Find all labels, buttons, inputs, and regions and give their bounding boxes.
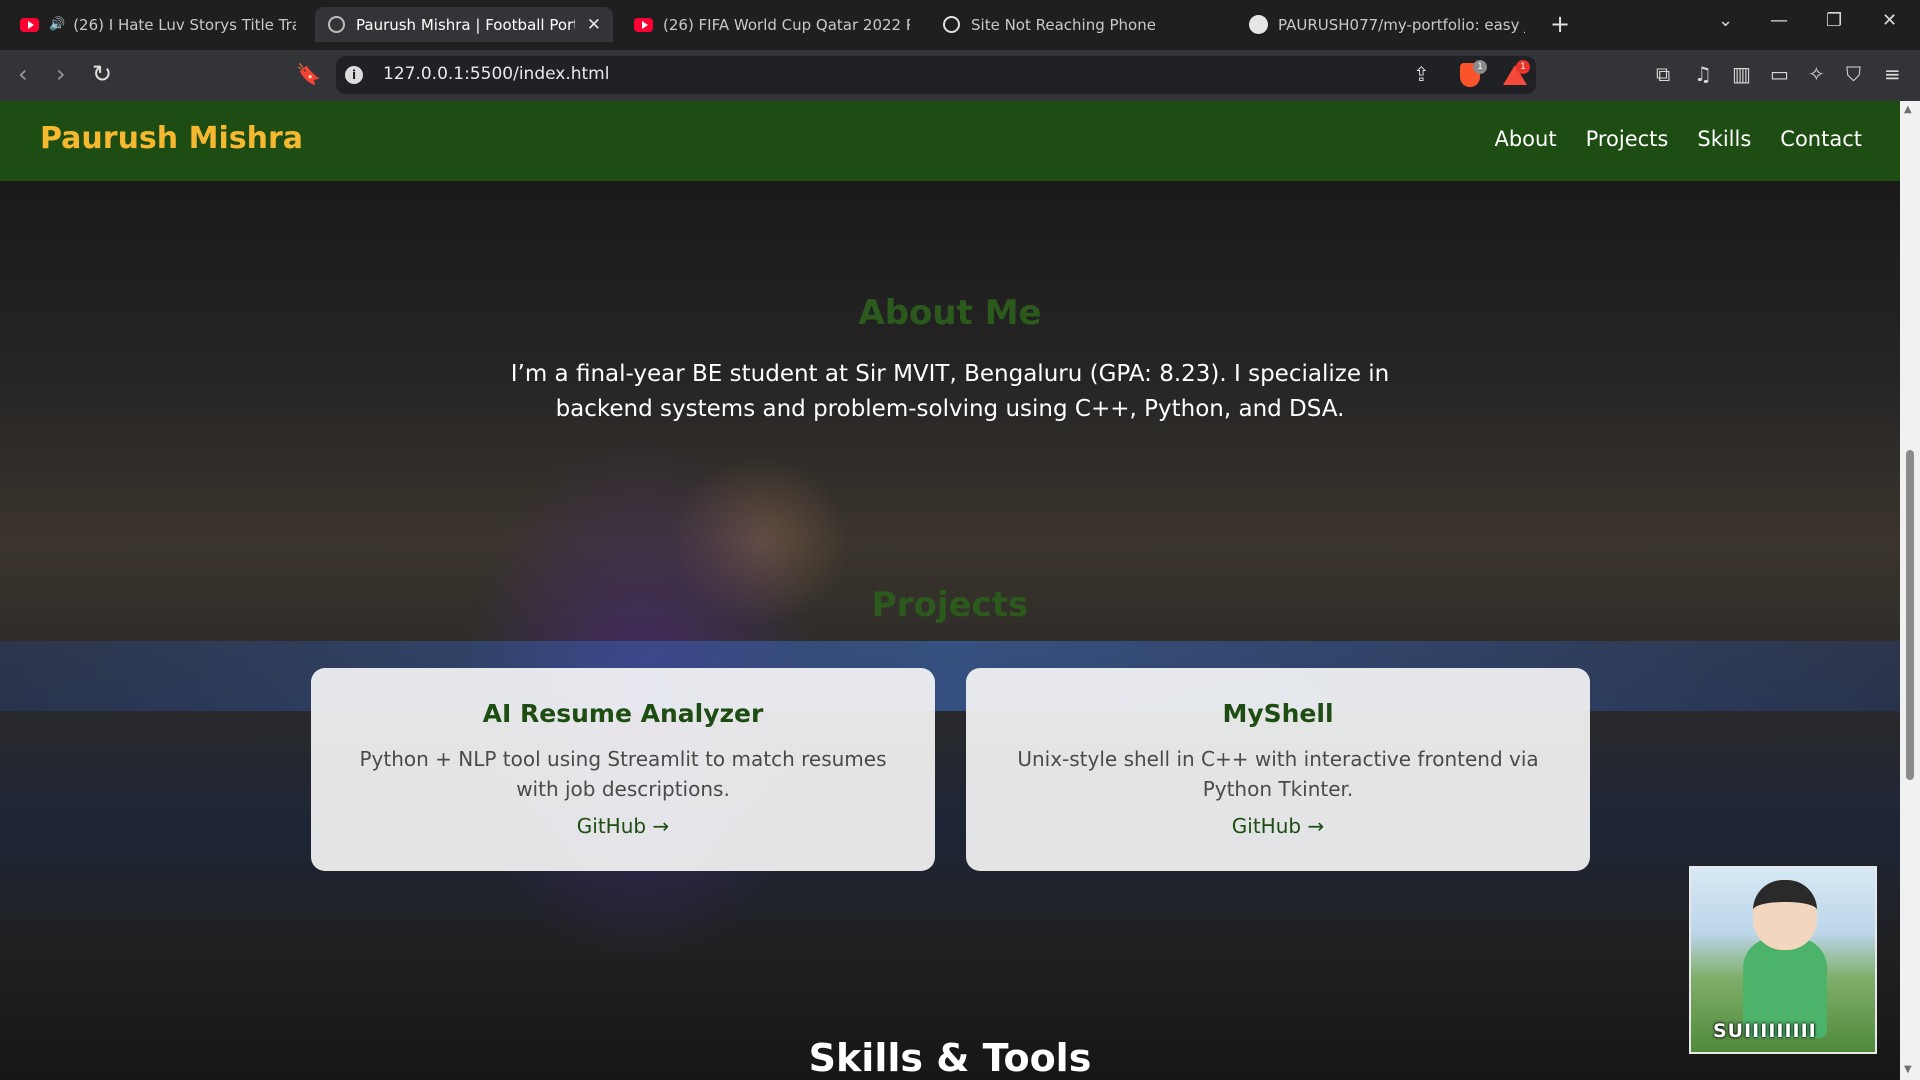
avatar-head bbox=[1753, 880, 1817, 950]
tab-search-chevron-icon[interactable]: ⌄ bbox=[1718, 10, 1733, 31]
bookmark-icon[interactable]: 🔖 bbox=[296, 62, 321, 86]
vpn-icon[interactable]: ⛉ bbox=[1846, 62, 1861, 86]
tab-github[interactable]: PAURUSH077/my-portfolio: easy just bbox=[1237, 7, 1537, 42]
about-text: I’m a final-year BE student at Sir MVIT,… bbox=[510, 361, 1390, 422]
tab-youtube-song[interactable]: 🔊 (26) I Hate Luv Storys Title Track | bbox=[8, 7, 308, 42]
project-card-ai-resume: AI Resume Analyzer Python + NLP tool usi… bbox=[311, 668, 935, 871]
tab-portfolio[interactable]: Paurush Mishra | Football Portfol ✕ bbox=[315, 7, 613, 42]
github-link[interactable]: GitHub → bbox=[1232, 814, 1324, 838]
project-description: Python + NLP tool using Streamlit to mat… bbox=[359, 747, 887, 801]
globe-icon bbox=[327, 15, 346, 34]
tab-bar: 🔊 (26) I Hate Luv Storys Title Track | P… bbox=[0, 0, 1920, 50]
youtube-icon bbox=[20, 15, 39, 34]
openai-icon bbox=[942, 15, 961, 34]
close-tab-icon[interactable]: ✕ bbox=[587, 15, 601, 35]
reload-icon[interactable]: ↻ bbox=[92, 60, 112, 88]
leo-ai-icon[interactable]: ✧ bbox=[1808, 62, 1825, 86]
github-link[interactable]: GitHub → bbox=[577, 814, 669, 838]
nav-contact[interactable]: Contact bbox=[1780, 127, 1862, 151]
floating-video-sticker[interactable]: SUIIIIIIIII bbox=[1689, 866, 1877, 1054]
projects-title: Projects bbox=[871, 585, 1029, 625]
nav-skills[interactable]: Skills bbox=[1697, 127, 1751, 151]
site-nav: About Projects Skills Contact bbox=[1494, 127, 1862, 151]
share-icon[interactable]: ⇪ bbox=[1413, 62, 1430, 86]
about-title: About Me bbox=[858, 293, 1042, 333]
rewards-badge: 1 bbox=[1516, 60, 1530, 74]
restore-icon[interactable]: ❐ bbox=[1826, 10, 1842, 31]
shields-badge: 1 bbox=[1473, 60, 1487, 74]
project-name: AI Resume Analyzer bbox=[482, 699, 764, 728]
minimize-icon[interactable]: — bbox=[1770, 10, 1788, 31]
new-tab-icon[interactable]: + bbox=[1550, 10, 1570, 38]
sticker-caption: SUIIIIIIIII bbox=[1713, 1020, 1817, 1042]
scrollbar-thumb[interactable] bbox=[1906, 450, 1914, 780]
forward-icon[interactable]: › bbox=[56, 60, 66, 88]
close-window-icon[interactable]: ✕ bbox=[1882, 10, 1897, 31]
speaker-icon[interactable]: 🔊 bbox=[49, 17, 65, 32]
nav-about[interactable]: About bbox=[1494, 127, 1556, 151]
site-info-icon[interactable]: i bbox=[345, 66, 363, 84]
wallet-icon[interactable]: ▭ bbox=[1770, 62, 1789, 86]
site-header: Paurush Mishra About Projects Skills Con… bbox=[0, 101, 1900, 181]
project-card-myshell: MyShell Unix-style shell in C++ with int… bbox=[966, 668, 1590, 871]
youtube-icon bbox=[634, 15, 653, 34]
project-description: Unix-style shell in C++ with interactive… bbox=[1017, 747, 1539, 801]
sidebar-icon[interactable]: ▥ bbox=[1732, 62, 1751, 86]
github-icon bbox=[1249, 15, 1268, 34]
scroll-up-arrow-icon[interactable]: ▲ bbox=[1904, 104, 1912, 115]
extensions-icon[interactable]: ⧉ bbox=[1656, 62, 1670, 86]
tab-chatgpt[interactable]: Site Not Reaching Phone bbox=[930, 7, 1230, 42]
project-name: MyShell bbox=[1222, 699, 1334, 728]
menu-icon[interactable]: ≡ bbox=[1884, 62, 1901, 86]
back-icon[interactable]: ‹ bbox=[18, 60, 28, 88]
page-viewport: Paurush Mishra About Projects Skills Con… bbox=[0, 101, 1900, 1080]
site-logo[interactable]: Paurush Mishra bbox=[40, 121, 303, 156]
tab-youtube-fifa[interactable]: (26) FIFA World Cup Qatar 2022 PRO bbox=[622, 7, 922, 42]
nav-projects[interactable]: Projects bbox=[1586, 127, 1669, 151]
skills-title: Skills & Tools bbox=[808, 1036, 1092, 1080]
media-icon[interactable]: ♫ bbox=[1694, 62, 1712, 86]
url-text[interactable]: 127.0.0.1:5500/index.html bbox=[383, 64, 609, 84]
scroll-down-arrow-icon[interactable]: ▼ bbox=[1904, 1064, 1912, 1075]
